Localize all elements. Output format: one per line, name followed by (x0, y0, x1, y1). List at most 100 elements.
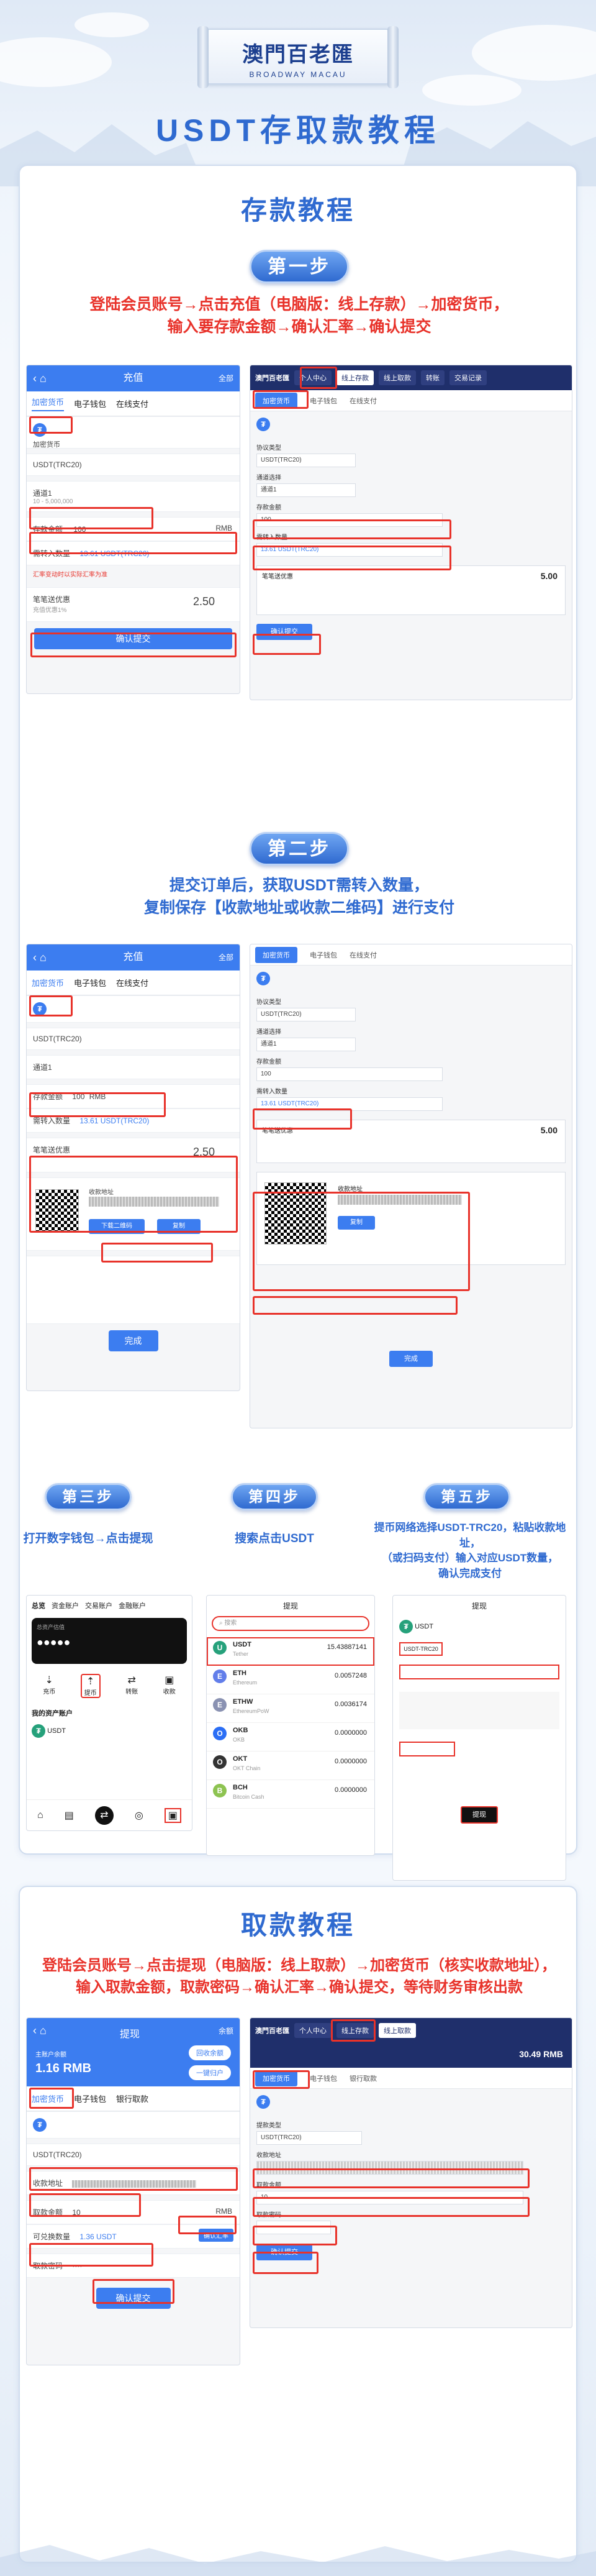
subtab-online[interactable]: 在线支付 (350, 396, 377, 406)
coinlist-title: 提现 (282, 1602, 298, 1610)
channel-row[interactable]: 通道1 (27, 1055, 240, 1079)
network-field[interactable]: USDT(TRC20) (256, 2131, 362, 2145)
network-field[interactable]: USDT(TRC20) (256, 454, 356, 467)
action-deposit[interactable]: ⇣ 充币 (43, 1674, 55, 1698)
coin-symbol: ETH (233, 1669, 246, 1677)
channel-field[interactable]: 通道1 (256, 1038, 356, 1051)
mobile-tabs: 加密货币 电子钱包 在线支付 (27, 971, 240, 995)
coin-selector[interactable]: ₮ (27, 2111, 240, 2139)
market-icon[interactable]: ◎ (135, 1809, 143, 1822)
wallet-tab-funds[interactable]: 资金账户 (52, 1601, 79, 1610)
tab-wallet[interactable]: 电子钱包 (74, 977, 106, 989)
coin-balance: 0.0036174 (335, 1701, 367, 1708)
wallet-actions: ⇣ 充币 ⇡ 提币 ⇄ 转账 ▣ 收款 (27, 1666, 192, 1706)
action-transfer-label: 转账 (125, 1689, 138, 1696)
nav-records[interactable]: 交易记录 (449, 370, 487, 385)
tab-online[interactable]: 在线支付 (116, 398, 148, 409)
back-icon[interactable]: ‹ ⌂ (33, 365, 47, 391)
desktop-done-button[interactable]: 完成 (389, 1351, 433, 1367)
coin-list-item[interactable]: O OKB OKB 0.0000000 (207, 1723, 374, 1752)
mobile-header-title: 充值 (123, 373, 143, 383)
tab-bank[interactable]: 银行取款 (116, 2093, 148, 2104)
tab-wallet[interactable]: 电子钱包 (74, 2093, 106, 2104)
subtab-wallet[interactable]: 电子钱包 (310, 396, 337, 406)
crypto-coin-icon: ₮ (256, 418, 270, 431)
tab-online[interactable]: 在线支付 (116, 977, 148, 989)
coin-list-item[interactable]: O OKT OKT Chain 0.0000000 (207, 1752, 374, 1780)
bonus-row[interactable]: 笔笔送优惠 充值优惠1% 2.50 (27, 587, 240, 622)
wallet-tab-finance[interactable]: 金融账户 (119, 1601, 146, 1610)
mobile-header-right[interactable]: 全部 (219, 944, 233, 971)
wallet-tab-trade[interactable]: 交易账户 (85, 1601, 112, 1610)
wd-balance-bar: 30.49 RMB (250, 2043, 572, 2068)
chart-icon[interactable]: ▤ (65, 1809, 74, 1822)
nav-deposit[interactable]: 线上存款 (336, 370, 374, 385)
highlight-box (29, 2088, 74, 2109)
swap-icon[interactable]: ⇄ (94, 1806, 114, 1825)
back-icon[interactable]: ‹ ⌂ (33, 944, 47, 971)
wallet-withdraw-button[interactable]: 提现 (461, 1806, 498, 1824)
back-icon[interactable]: ‹ ⌂ (33, 2024, 47, 2037)
address-input[interactable] (399, 1665, 559, 1679)
coin-balance: 15.43887141 (327, 1643, 367, 1651)
subtab-online[interactable]: 在线支付 (350, 950, 377, 960)
tab-crypto[interactable]: 加密货币 (32, 396, 65, 411)
home-icon[interactable]: ⌂ (37, 1810, 43, 1821)
step3-description: 打开数字钱包→点击提现 (23, 1532, 153, 1545)
nav-withdraw[interactable]: 线上取款 (379, 370, 416, 385)
coin-list-item[interactable]: E ETH Ethereum 0.0057248 (207, 1666, 374, 1694)
get-value: 1.36 USDT (79, 2232, 117, 2241)
wallet-tab-overview[interactable]: 总览 (32, 1601, 45, 1610)
coin-search-input[interactable]: ⌕ 搜索 (212, 1616, 369, 1631)
wallet-tabs: 总览 资金账户 交易账户 金融账户 (27, 1596, 192, 1615)
confirm-button[interactable]: 完成 (108, 1330, 158, 1351)
asset-name: USDT (47, 1727, 66, 1735)
withdraw-icon: ⇡ (86, 1676, 95, 1687)
bonus-value: 2.50 (192, 595, 215, 608)
nav-transfer[interactable]: 转账 (421, 370, 445, 385)
coin-balance: 0.0057248 (335, 1672, 367, 1679)
desktop-coin[interactable]: ₮ (250, 966, 572, 992)
recover-button[interactable]: 回收余额 (189, 2045, 231, 2060)
need-label: 需转入数量 (256, 1089, 287, 1095)
coin-fullname: Ethereum (233, 1679, 258, 1686)
one-click-transfer-button[interactable]: 一键归户 (189, 2065, 231, 2080)
network-row[interactable]: USDT(TRC20) (27, 1028, 240, 1050)
wd-header-right[interactable]: 余额 (219, 2026, 233, 2036)
coin-list-item[interactable]: B BCH Bitcoin Cash 0.0000000 (207, 1780, 374, 1809)
nav-center[interactable]: 个人中心 (294, 2023, 332, 2038)
network-select[interactable]: USDT-TRC20 (399, 1642, 443, 1656)
coin-fullname: EthereumPoW (233, 1708, 269, 1714)
highlight-box (178, 2216, 237, 2234)
coin-list-item[interactable]: E ETHW EthereumPoW 0.0036174 (207, 1694, 374, 1723)
withdraw-coin[interactable]: ₮ USDT (393, 1616, 566, 1637)
subtab-crypto[interactable]: 加密货币 (255, 946, 297, 963)
tab-crypto[interactable]: 加密货币 (32, 977, 64, 989)
channel-field[interactable]: 通道1 (256, 483, 356, 497)
quantity-input[interactable] (399, 1742, 455, 1756)
action-receive[interactable]: ▣ 收款 (163, 1674, 176, 1698)
tab-wallet[interactable]: 电子钱包 (74, 398, 106, 409)
desktop-bonus-box[interactable]: 笔笔送优惠 5.00 (256, 565, 566, 615)
subtab-bank[interactable]: 银行取款 (350, 2073, 377, 2083)
action-transfer[interactable]: ⇄ 转账 (125, 1674, 138, 1698)
action-withdraw[interactable]: ⇡ 提币 (80, 1674, 101, 1698)
highlight-box (29, 1156, 238, 1233)
asset-row-usdt[interactable]: ₮ USDT (27, 1720, 192, 1742)
nav-withdraw[interactable]: 线上取款 (379, 2023, 416, 2038)
mobile-header-right[interactable]: 全部 (219, 365, 233, 391)
subtab-wallet[interactable]: 电子钱包 (310, 950, 337, 960)
coin-icon: U (213, 1641, 227, 1655)
get-label: 可兑换数量 (33, 2232, 71, 2241)
network-field[interactable]: USDT(TRC20) (256, 1008, 356, 1021)
withdraw-title: 提现 (471, 1602, 487, 1610)
subtab-wallet[interactable]: 电子钱包 (310, 2073, 337, 2083)
coin-list-item[interactable]: U USDT Tether 15.43887141 (207, 1637, 374, 1666)
desktop-coin[interactable]: ₮ (250, 2089, 572, 2115)
network-row[interactable]: USDT(TRC20) (27, 454, 240, 476)
coin-fullname: Bitcoin Cash (233, 1794, 264, 1800)
desktop-coin[interactable]: ₮ (250, 411, 572, 437)
assets-icon[interactable]: ▣ (164, 1807, 181, 1823)
logo-scroll: 澳門百老匯 BROADWAY MACAU (197, 26, 399, 88)
network-row[interactable]: USDT(TRC20) (27, 2144, 240, 2166)
